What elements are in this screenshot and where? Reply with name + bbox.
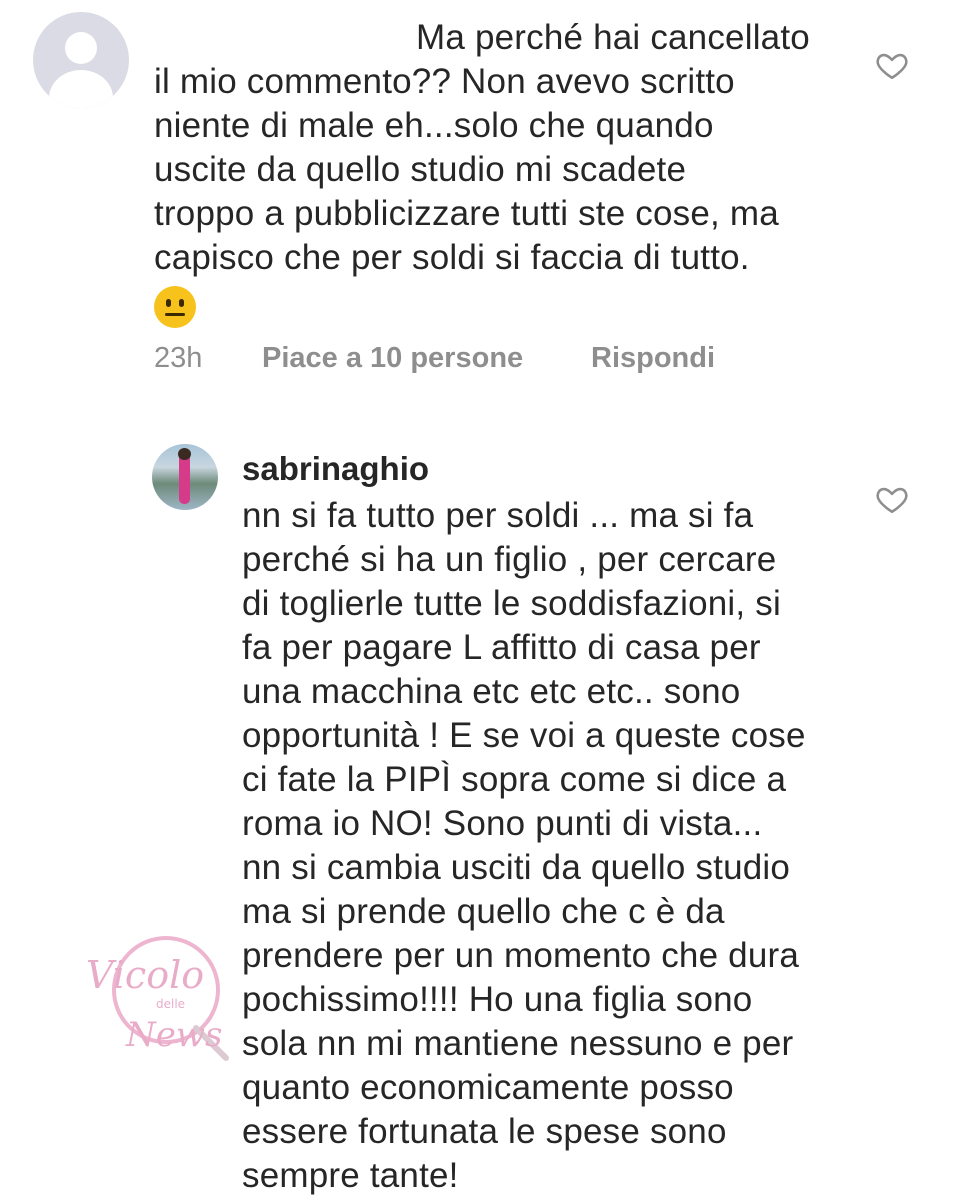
comment-line: nn si fa tutto per soldi ... ma si fa [242, 496, 754, 535]
watermark-logo: Vicolo delle News [86, 936, 229, 1061]
comment-line: ma si prende quello che c è da [242, 892, 725, 931]
comment-line: una macchina etc etc etc.. sono [242, 672, 741, 711]
comment-username[interactable]: sabrinaghio [242, 450, 429, 488]
watermark-text-small: delle [156, 997, 185, 1011]
comment-text: nn si fa tutto per soldi ... ma si fa pe… [242, 494, 852, 1198]
avatar-photo-hair [178, 448, 191, 460]
avatar-head-shape [65, 32, 97, 64]
comment-line: ci fate la PIPÌ sopra come si dice a [242, 760, 787, 799]
user-avatar[interactable] [33, 12, 129, 108]
comment-line: Ma perché hai cancellato [416, 18, 810, 57]
reply-button[interactable]: Rispondi [591, 342, 715, 375]
neutral-face-emoji-icon [154, 286, 196, 328]
watermark-text-main: Vicolo [86, 953, 204, 997]
comment-line: fa per pagare L affitto di casa per [242, 628, 761, 667]
user-avatar[interactable] [152, 444, 218, 510]
comment-line: sola nn mi mantiene nessuno e per [242, 1024, 794, 1063]
avatar-body-shape [49, 70, 113, 108]
comment-line: nn si cambia usciti da quello studio [242, 848, 791, 887]
comment-timestamp: 23h [154, 342, 203, 374]
comment-line: prendere per un momento che dura [242, 936, 800, 975]
comment-line: capisco che per soldi si faccia di tutto… [154, 238, 750, 277]
comment-line: quanto economicamente posso [242, 1068, 734, 1107]
heart-outline-icon[interactable] [875, 482, 909, 516]
comment-line: sempre tante! [242, 1156, 459, 1195]
comment-line: il mio commento?? Non avevo scritto [154, 62, 735, 101]
comment-line: essere fortunata le spese sono [242, 1112, 727, 1151]
watermark-text-bottom: News [125, 1015, 222, 1055]
comment-line: di toglierle tutte le soddisfazioni, si [242, 584, 781, 623]
comment-line: pochissimo!!!! Ho una figlia sono [242, 980, 753, 1019]
comment-line: perché si ha un figlio , per cercare [242, 540, 777, 579]
likes-count-link[interactable]: Piace a 10 persone [262, 342, 523, 375]
heart-outline-icon[interactable] [875, 48, 909, 82]
comment-line: roma io NO! Sono punti di vista... [242, 804, 763, 843]
comment-line: niente di male eh...solo che quando [154, 106, 714, 145]
comment-line: opportunità ! E se voi a queste cose [242, 716, 806, 755]
comment-line: troppo a pubblicizzare tutti ste cose, m… [154, 194, 779, 233]
comment-text: Ma perché hai cancellato il mio commento… [154, 16, 874, 328]
comment-line: uscite da quello studio mi scadete [154, 150, 687, 189]
